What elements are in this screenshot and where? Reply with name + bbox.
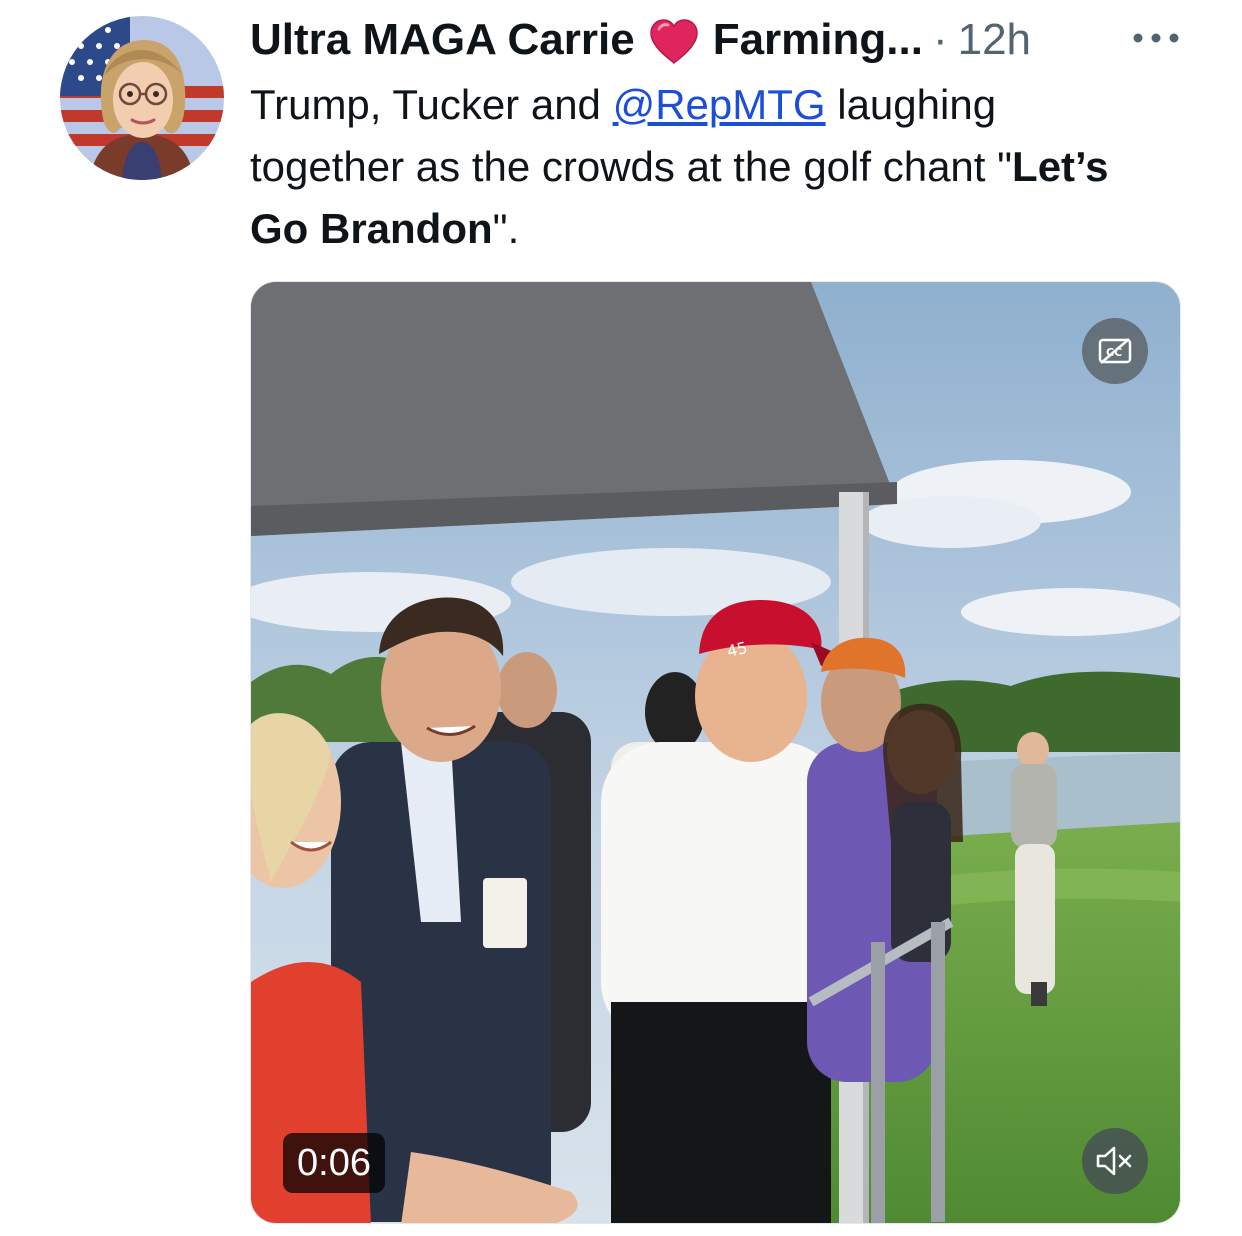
author-avatar[interactable]: [60, 16, 224, 180]
tweet-text-part: Trump, Tucker and: [250, 81, 613, 128]
more-options-button[interactable]: [1128, 16, 1184, 60]
red-heart-icon: [649, 19, 699, 65]
tweet-video[interactable]: 45 CC 0:06: [250, 281, 1181, 1224]
mention-link[interactable]: @RepMTG: [613, 81, 826, 128]
tweet-timestamp[interactable]: 12h: [958, 10, 1031, 70]
avatar-image: [60, 16, 224, 180]
video-frame: [251, 282, 1180, 1223]
tweet-text-part: ": [997, 143, 1013, 190]
closed-captions-off-icon: CC: [1098, 338, 1132, 364]
tweet-text: Trump, Tucker and @RepMTG laughing toget…: [250, 74, 1150, 260]
author-handle[interactable]: Farming...: [713, 10, 923, 70]
speaker-muted-icon: [1096, 1146, 1132, 1176]
ellipsis-icon: [1133, 33, 1179, 43]
tweet-header: Ultra MAGA Carrie Farming... · 12h: [250, 10, 1190, 70]
tweet-text-part: ".: [492, 205, 520, 252]
mute-toggle-button[interactable]: [1082, 1128, 1148, 1194]
closed-captions-button[interactable]: CC: [1082, 318, 1148, 384]
author-display-name[interactable]: Ultra MAGA Carrie: [250, 10, 635, 70]
video-duration: 0:06: [283, 1133, 385, 1193]
header-separator: ·: [932, 15, 948, 64]
